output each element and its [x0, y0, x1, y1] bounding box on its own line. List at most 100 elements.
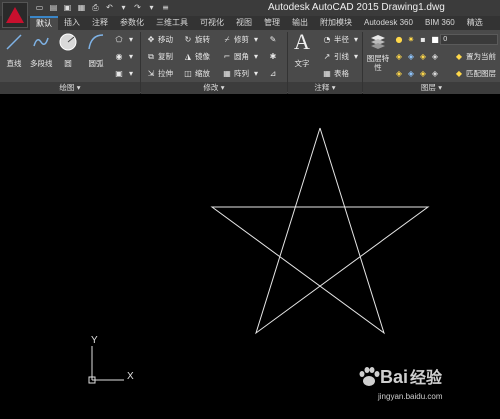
- redo-dropdown-icon[interactable]: ▾: [146, 2, 157, 13]
- tab-3d-tools[interactable]: 三维工具: [150, 16, 194, 30]
- trim-button[interactable]: ⌿ 修剪 ▾: [222, 34, 261, 45]
- layer-freeze-icon: ◈: [407, 52, 415, 61]
- layer-unlock-icon: ◈: [431, 69, 439, 78]
- region-tool[interactable]: ▣ ▾: [114, 68, 136, 79]
- undo-dropdown-icon[interactable]: ▾: [118, 2, 129, 13]
- stretch-button[interactable]: ⇲ 拉伸: [146, 68, 173, 79]
- layers-panel-footer[interactable]: 图层 ▾: [363, 82, 500, 94]
- tab-manage[interactable]: 管理: [258, 16, 286, 30]
- polyline-tool-button[interactable]: 多段线: [30, 32, 53, 69]
- ribbon-tabs: 默认 插入 注释 参数化 三维工具 可视化 视图 管理 输出 附加模块 Auto…: [30, 16, 489, 30]
- draw-panel-footer[interactable]: 绘图 ▾: [0, 82, 140, 94]
- ucs-icon: [88, 346, 124, 384]
- make-current-button[interactable]: ◆ 置为当前: [454, 51, 496, 62]
- match-layer-button[interactable]: ◆ 匹配图层: [454, 68, 496, 79]
- lock-icon: ▪: [420, 35, 426, 44]
- scale-button[interactable]: ◫ 缩放: [183, 68, 210, 79]
- copy-button[interactable]: ⧉ 复制: [146, 51, 173, 62]
- print-icon[interactable]: ⎙: [90, 2, 101, 13]
- rotate-icon: ↻: [184, 35, 192, 44]
- scale-icon: ◫: [184, 69, 192, 78]
- layer-stack-icon: [368, 32, 388, 52]
- explode-button[interactable]: ✱: [268, 51, 278, 62]
- tab-featured[interactable]: 精选: [461, 16, 489, 30]
- tab-parametric[interactable]: 参数化: [114, 16, 150, 30]
- offset-icon: ⊿: [269, 69, 277, 78]
- tab-view[interactable]: 视图: [230, 16, 258, 30]
- table-button[interactable]: ▦ 表格: [322, 68, 349, 79]
- leader-icon: ↗: [323, 52, 331, 61]
- explode-icon: ✱: [269, 52, 277, 61]
- layer-tools-row-2[interactable]: ◈ ◈ ◈ ◈: [394, 68, 440, 79]
- autocad-logo-icon: [6, 7, 24, 23]
- hatch-icon: ◉: [115, 52, 123, 61]
- tab-annotate[interactable]: 注释: [86, 16, 114, 30]
- ucs-y-label: Y: [91, 335, 98, 346]
- undo-icon[interactable]: ↶: [104, 2, 115, 13]
- radius-dimension-button[interactable]: ◔ 半径 ▾: [322, 34, 361, 45]
- layer-unisolate-icon: ◈: [407, 69, 415, 78]
- text-tool-button[interactable]: A 文字: [292, 29, 312, 69]
- star-drawing[interactable]: [210, 127, 430, 335]
- tab-autodesk-360[interactable]: Autodesk 360: [358, 16, 419, 30]
- leader-button[interactable]: ↗ 引线 ▾: [322, 51, 361, 62]
- customize-toolbar-icon[interactable]: ≡: [160, 2, 171, 13]
- save-as-icon[interactable]: ▦: [76, 2, 87, 13]
- ucs-x-label: X: [127, 371, 134, 382]
- layer-thaw-icon: ◈: [419, 69, 427, 78]
- redo-icon[interactable]: ↷: [132, 2, 143, 13]
- window-title: Autodesk AutoCAD 2015 Drawing1.dwg: [268, 2, 445, 13]
- circle-tool-button[interactable]: 圆: [58, 32, 78, 69]
- annotation-panel-footer[interactable]: 注释 ▾: [288, 82, 362, 94]
- line-tool-button[interactable]: 直线: [4, 32, 24, 69]
- tab-output[interactable]: 输出: [286, 16, 314, 30]
- layer-lock-icon: ◈: [431, 52, 439, 61]
- save-icon[interactable]: ▣: [62, 2, 73, 13]
- polygon-icon: ⬠: [115, 35, 123, 44]
- rectangle-tool[interactable]: ⬠ ▾: [114, 34, 136, 45]
- watermark-url: jingyan.baidu.com: [378, 392, 443, 401]
- layer-dropdown[interactable]: 0: [440, 34, 498, 45]
- tab-insert[interactable]: 插入: [58, 16, 86, 30]
- paw-logo-icon: [359, 367, 380, 386]
- watermark-brand: Bai 经验: [380, 367, 443, 387]
- move-button[interactable]: ✥ 移动: [146, 34, 173, 45]
- layer-state-icons[interactable]: ● ✷ ▪ ■: [394, 34, 440, 45]
- layer-off-icon: ◈: [419, 52, 427, 61]
- open-folder-icon[interactable]: ▤: [48, 2, 59, 13]
- offset-button[interactable]: ⊿: [268, 68, 278, 79]
- erase-icon: ✎: [269, 35, 277, 44]
- stretch-icon: ⇲: [147, 69, 155, 78]
- tab-bim-360[interactable]: BIM 360: [419, 16, 461, 30]
- circle-icon: [58, 32, 78, 52]
- polyline-icon: [31, 32, 51, 52]
- copy-icon: ⧉: [148, 51, 154, 61]
- new-file-icon[interactable]: ▭: [34, 2, 45, 13]
- application-menu-button[interactable]: [2, 2, 28, 28]
- layer-tools-row-1[interactable]: ◈ ◈ ◈ ◈: [394, 51, 440, 62]
- quick-access-toolbar: ▭ ▤ ▣ ▦ ⎙ ↶ ▾ ↷ ▾ ≡: [34, 2, 171, 13]
- move-icon: ✥: [147, 35, 155, 44]
- fillet-icon: ⌐: [223, 52, 231, 61]
- tab-default[interactable]: 默认: [30, 16, 58, 30]
- array-button[interactable]: ▦ 阵列 ▾: [222, 68, 261, 79]
- tab-visualize[interactable]: 可视化: [194, 16, 230, 30]
- mirror-icon: ◮: [184, 52, 192, 61]
- arc-icon: [86, 32, 106, 52]
- array-icon: ▦: [223, 69, 231, 78]
- match-layer-icon: ◆: [455, 69, 463, 78]
- modify-panel-footer[interactable]: 修改 ▾: [141, 82, 287, 94]
- table-icon: ▦: [323, 69, 331, 78]
- arc-tool-button[interactable]: 圆弧: [86, 32, 106, 69]
- tab-addins[interactable]: 附加模块: [314, 16, 358, 30]
- layer-properties-button[interactable]: 图层特性: [366, 32, 390, 72]
- rotate-button[interactable]: ↻ 旋转: [183, 34, 210, 45]
- radius-icon: ◔: [323, 35, 331, 44]
- layer-walk-icon: ◈: [395, 69, 403, 78]
- trim-icon: ⌿: [224, 34, 230, 44]
- erase-button[interactable]: ✎: [268, 34, 278, 45]
- sun-icon: ✷: [407, 35, 415, 44]
- hatch-tool[interactable]: ◉ ▾: [114, 51, 136, 62]
- mirror-button[interactable]: ◮ 镜像: [183, 51, 210, 62]
- fillet-button[interactable]: ⌐ 圆角 ▾: [222, 51, 261, 62]
